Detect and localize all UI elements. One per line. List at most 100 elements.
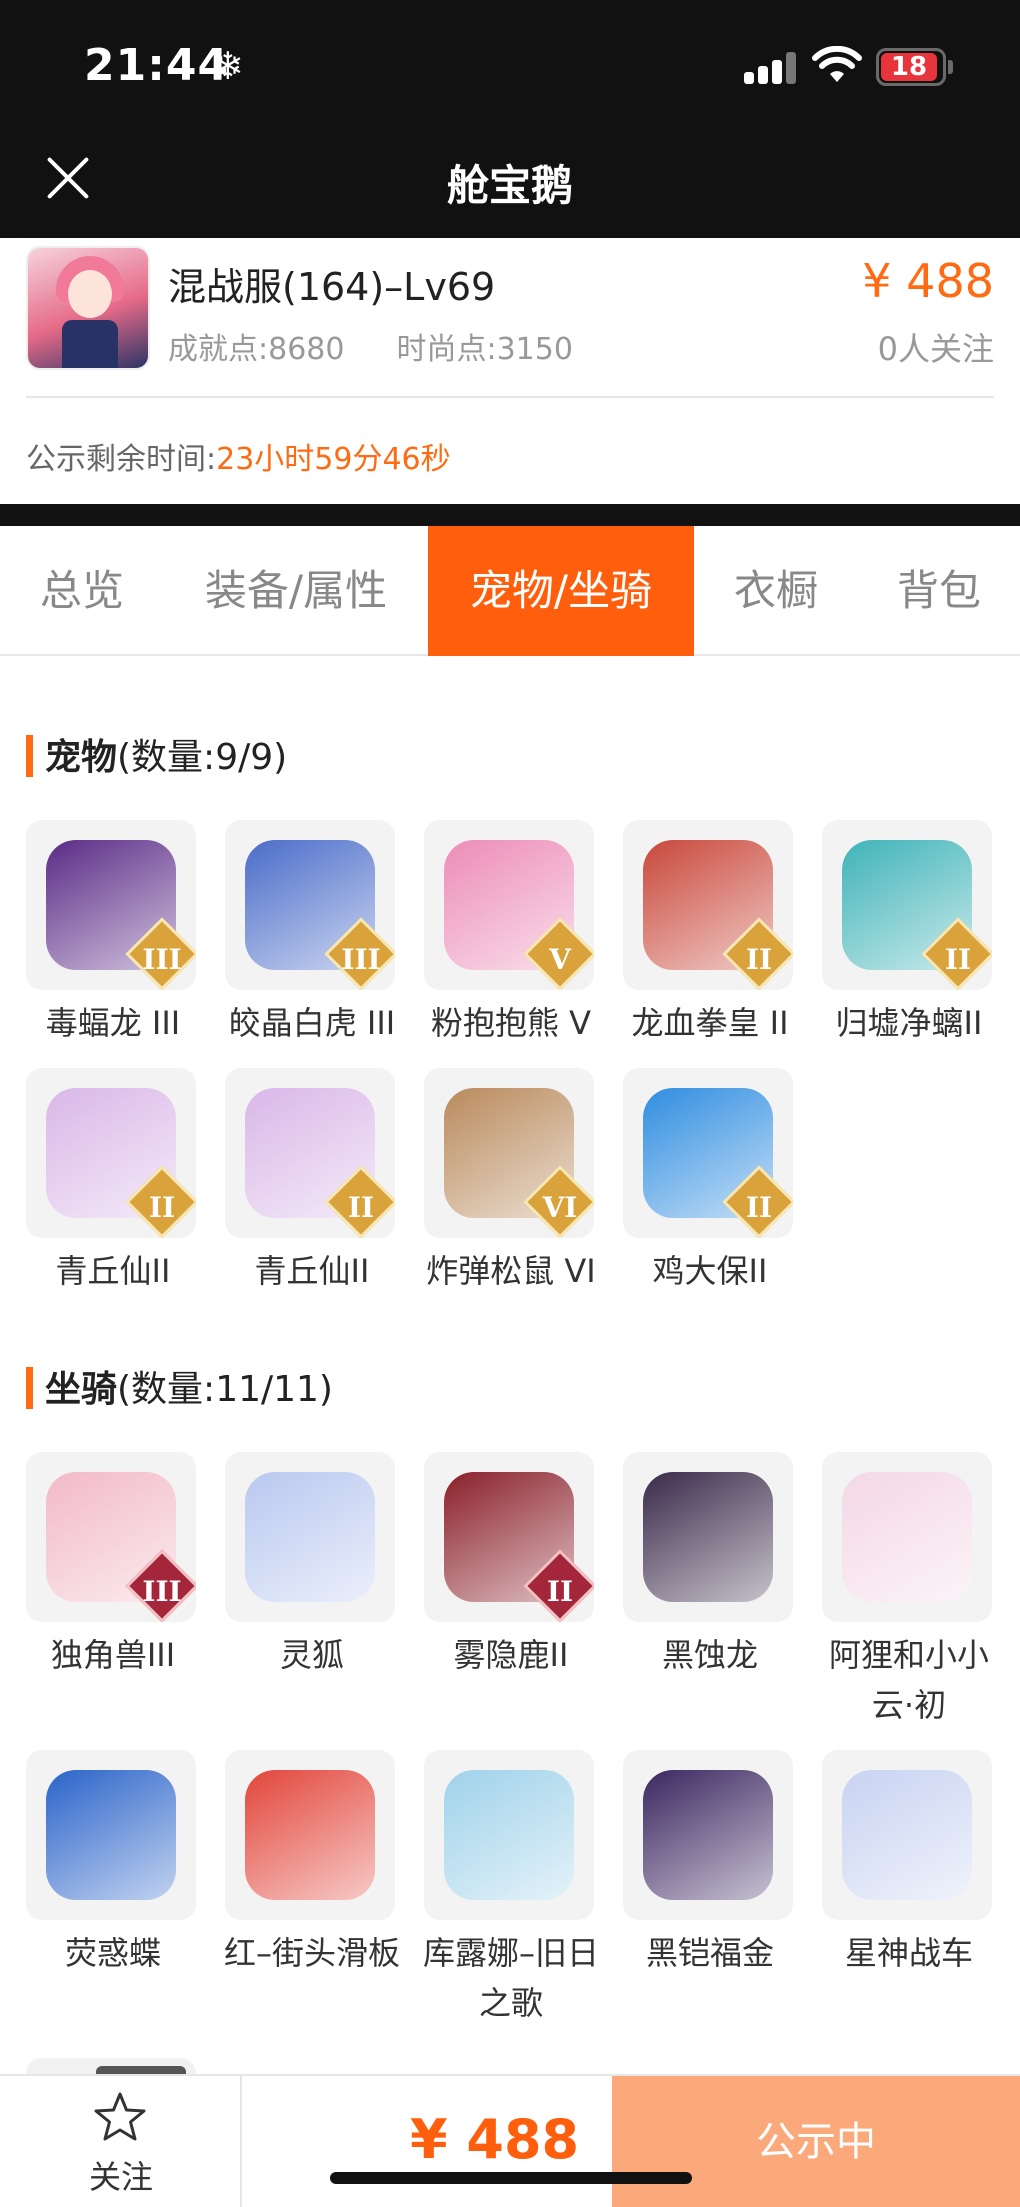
server-level: 混战服(164)–Lv69 bbox=[168, 265, 496, 309]
mount-image bbox=[26, 1750, 196, 1920]
mounts-section-title: 坐骑(数量:11/11) bbox=[26, 1360, 333, 1412]
grade-badge-text: II bbox=[546, 1575, 574, 1608]
mount-name: 独角兽III bbox=[50, 1636, 176, 1674]
mount-image bbox=[822, 1750, 992, 1920]
mounts-title: 坐骑 bbox=[45, 1369, 118, 1410]
pet-image: III bbox=[26, 820, 196, 990]
pet-name: 炸弹松鼠 VI bbox=[426, 1252, 596, 1290]
points-row: 成就点:8680 时尚点:3150 bbox=[168, 324, 573, 368]
tab-wardrobe[interactable]: 衣橱 bbox=[694, 526, 858, 656]
snow-icon: ❄ bbox=[212, 44, 244, 88]
pet-item[interactable]: III 皎晶白虎 III bbox=[225, 820, 399, 1048]
home-indicator bbox=[330, 2172, 692, 2184]
mount-name: 红–街头滑板 bbox=[223, 1934, 400, 1972]
wifi-icon bbox=[812, 46, 862, 82]
battery-level: 18 bbox=[881, 53, 937, 81]
grade-badge-text: VI bbox=[542, 1191, 578, 1224]
mount-image bbox=[822, 1452, 992, 1622]
star-icon bbox=[94, 2092, 146, 2141]
mount-name: 阿狸和小小云·初 bbox=[828, 1636, 989, 1724]
mount-image bbox=[424, 1750, 594, 1920]
pet-image: II bbox=[822, 820, 992, 990]
page-title: 舱宝鹅 bbox=[446, 161, 573, 210]
battery-icon: 18 bbox=[876, 48, 946, 86]
pet-name: 青丘仙II bbox=[254, 1252, 370, 1290]
pet-item[interactable]: II 青丘仙II bbox=[26, 1068, 200, 1296]
pet-image: II bbox=[623, 820, 793, 990]
mount-item[interactable]: 阿狸和小小云·初 bbox=[822, 1452, 996, 1730]
mount-item[interactable]: 黑蚀龙 bbox=[623, 1452, 797, 1680]
mount-image bbox=[623, 1750, 793, 1920]
pets-title: 宠物 bbox=[45, 737, 118, 778]
mount-name: 星神战车 bbox=[844, 1934, 973, 1972]
mount-image bbox=[623, 1452, 793, 1622]
mount-name: 荧惑蝶 bbox=[64, 1934, 161, 1972]
pet-image: V bbox=[424, 820, 594, 990]
pet-image: VI bbox=[424, 1068, 594, 1238]
listing-price: ¥ 488 bbox=[862, 254, 994, 308]
remaining-time-value: 23小时59分46秒 bbox=[216, 442, 451, 477]
grade-badge-text: II bbox=[347, 1191, 375, 1224]
mount-item[interactable]: III 独角兽III bbox=[26, 1452, 200, 1680]
remaining-time-label: 公示剩余时间: bbox=[26, 442, 217, 477]
pet-name: 鸡大保II bbox=[652, 1252, 768, 1290]
pet-item[interactable]: II 归墟净螭II bbox=[822, 820, 996, 1048]
grade-badge-text: II bbox=[944, 943, 972, 976]
accent-bar bbox=[26, 735, 33, 777]
mount-item[interactable]: 库露娜–旧日之歌 bbox=[423, 1750, 599, 2028]
mount-image: II bbox=[424, 1452, 594, 1622]
remaining-time: 公示剩余时间:23小时59分46秒 bbox=[26, 434, 451, 478]
tab-overview[interactable]: 总览 bbox=[0, 526, 164, 656]
tab-equipment[interactable]: 装备/属性 bbox=[164, 526, 428, 656]
pet-image: II bbox=[225, 1068, 395, 1238]
mount-image bbox=[225, 1452, 395, 1622]
bottom-action-bar: 关注 ¥ 488 公示中 bbox=[0, 2074, 1020, 2207]
pet-item[interactable]: III 毒蝠龙 III bbox=[26, 820, 200, 1048]
grade-badge-text: II bbox=[745, 943, 773, 976]
grade-badge-text: II bbox=[745, 1191, 773, 1224]
pet-item[interactable]: V 粉抱抱熊 V bbox=[424, 820, 598, 1048]
mount-item[interactable]: 星神战车 bbox=[822, 1750, 996, 1978]
follow-button[interactable]: 关注 bbox=[0, 2076, 242, 2207]
mount-item[interactable]: 灵狐 bbox=[225, 1452, 399, 1680]
pet-name: 毒蝠龙 III bbox=[45, 1004, 181, 1042]
follower-count: 0人关注 bbox=[877, 330, 994, 368]
mount-name: 黑蚀龙 bbox=[661, 1636, 758, 1674]
cellular-signal-icon bbox=[744, 52, 796, 84]
grade-badge-text: III bbox=[142, 1575, 182, 1608]
mount-item[interactable]: 黑铠福金 bbox=[623, 1750, 797, 1978]
mount-name: 灵狐 bbox=[279, 1636, 344, 1674]
pet-name: 粉抱抱熊 V bbox=[430, 1004, 592, 1042]
pet-item[interactable]: II 青丘仙II bbox=[225, 1068, 399, 1296]
grade-badge-text: V bbox=[549, 943, 571, 976]
public-notice-button[interactable]: 公示中 bbox=[612, 2076, 1020, 2207]
mount-item[interactable]: 红–街头滑板 bbox=[224, 1750, 400, 1978]
grade-badge-text: II bbox=[148, 1191, 176, 1224]
fashion-points: 时尚点:3150 bbox=[396, 332, 573, 367]
follow-label: 关注 bbox=[88, 2158, 153, 2196]
top-bar: 21:44 ❄ 18 舱宝鹅 bbox=[0, 0, 1020, 238]
section-separator bbox=[0, 504, 1020, 526]
mount-name: 库露娜–旧日之歌 bbox=[422, 1934, 599, 2022]
mount-item[interactable]: II 雾隐鹿II bbox=[424, 1452, 598, 1680]
status-time: 21:44 bbox=[84, 40, 230, 91]
mounts-count: (数量:11/11) bbox=[117, 1369, 333, 1410]
tab-bar: 总览 装备/属性 宠物/坐骑 衣橱 背包 bbox=[0, 526, 1020, 656]
pet-item[interactable]: II 鸡大保II bbox=[623, 1068, 797, 1296]
pet-item[interactable]: II 龙血拳皇 II bbox=[623, 820, 797, 1048]
grade-badge-text: III bbox=[142, 943, 182, 976]
pet-name: 青丘仙II bbox=[55, 1252, 171, 1290]
battery-tip bbox=[948, 60, 953, 74]
bottom-price: ¥ 488 bbox=[410, 2108, 580, 2171]
tab-bag[interactable]: 背包 bbox=[858, 526, 1020, 656]
character-avatar[interactable] bbox=[26, 246, 150, 370]
pet-image: II bbox=[26, 1068, 196, 1238]
mount-item[interactable]: 荧惑蝶 bbox=[26, 1750, 200, 1978]
pets-section-title: 宠物(数量:9/9) bbox=[26, 728, 287, 780]
pet-image: III bbox=[225, 820, 395, 990]
pet-item[interactable]: VI 炸弹松鼠 VI bbox=[424, 1068, 598, 1296]
mount-image: III bbox=[26, 1452, 196, 1622]
grade-badge-text: III bbox=[341, 943, 381, 976]
tab-pets-mounts[interactable]: 宠物/坐骑 bbox=[428, 526, 694, 656]
mount-name: 黑铠福金 bbox=[645, 1934, 774, 1972]
